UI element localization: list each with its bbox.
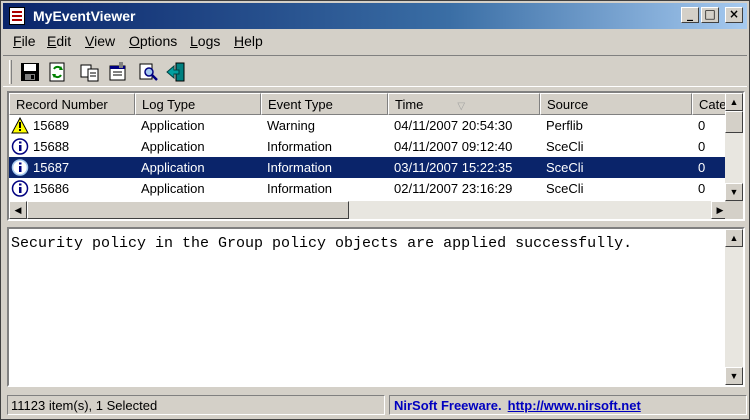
table-row[interactable]: 15686 Application Information 02/11/2007… [9, 178, 727, 199]
cell-time: 03/11/2007 15:22:35 [394, 160, 513, 175]
events-list[interactable]: Record Number Log Type Event Type Time ▽ … [7, 91, 745, 221]
copy-icon[interactable] [79, 61, 101, 83]
information-icon [11, 180, 29, 197]
scroll-up-arrow-icon[interactable]: ▲ [725, 229, 743, 247]
column-header-source[interactable]: Source [540, 93, 692, 115]
menu-options[interactable]: Options [129, 33, 177, 49]
maximize-button[interactable]: □ [701, 7, 719, 23]
column-header-event-type[interactable]: Event Type [261, 93, 388, 115]
column-header-record-number[interactable]: Record Number [9, 93, 135, 115]
event-description-text: Security policy in the Group policy obje… [11, 235, 633, 252]
cell-category: 0 [698, 160, 706, 175]
app-icon[interactable] [9, 7, 25, 25]
menu-file[interactable]: File [13, 33, 36, 49]
cell-log-type: Application [141, 118, 205, 133]
menu-bar: File Edit View Options Logs Help [3, 31, 747, 51]
cell-source: SceCli [546, 139, 584, 154]
minimize-button[interactable]: _ [681, 7, 699, 23]
cell-event-type: Information [267, 139, 333, 154]
menu-help[interactable]: Help [234, 33, 263, 49]
cell-time: 04/11/2007 09:12:40 [394, 139, 513, 154]
scroll-corner [725, 201, 743, 219]
column-header-time[interactable]: Time ▽ [388, 93, 540, 115]
list-horizontal-scroll-thumb[interactable] [27, 201, 349, 219]
information-icon [11, 159, 29, 176]
cell-source: SceCli [546, 160, 584, 175]
cell-category: 0 [698, 181, 706, 196]
list-vertical-scrollbar[interactable]: ▲ ▼ [725, 93, 743, 201]
warning-icon [11, 117, 29, 134]
scroll-down-arrow-icon[interactable]: ▼ [725, 367, 743, 385]
event-description-pane[interactable]: Security policy in the Group policy obje… [7, 227, 745, 387]
menu-edit[interactable]: Edit [47, 33, 71, 49]
cell-event-type: Information [267, 160, 333, 175]
scroll-down-arrow-icon[interactable]: ▼ [725, 183, 743, 201]
list-horizontal-scrollbar[interactable]: ◀ ▶ [9, 201, 729, 219]
cell-source: SceCli [546, 181, 584, 196]
cell-event-type: Information [267, 181, 333, 196]
status-nirsoft-link[interactable]: NirSoft Freeware. http://www.nirsoft.net [389, 395, 747, 415]
save-icon[interactable] [19, 61, 41, 83]
menu-file-rest: ile [21, 33, 36, 49]
column-header-log-type[interactable]: Log Type [135, 93, 261, 115]
cell-log-type: Application [141, 181, 205, 196]
menu-logs[interactable]: Logs [190, 33, 220, 49]
window-title: MyEventViewer [33, 8, 136, 24]
table-row-selected[interactable]: 15687 Application Information 03/11/2007… [9, 157, 727, 178]
cell-record-number: 15687 [33, 160, 70, 175]
cell-time: 02/11/2007 23:16:29 [394, 181, 513, 196]
main-window: MyEventViewer _ □ × File Edit View Optio… [0, 0, 750, 420]
toolbar-grip[interactable] [9, 60, 12, 84]
information-icon [11, 138, 29, 155]
cell-time: 04/11/2007 20:54:30 [394, 118, 513, 133]
status-bar: 11123 item(s), 1 Selected NirSoft Freewa… [3, 393, 747, 417]
description-vertical-scrollbar[interactable]: ▲ ▼ [725, 229, 743, 385]
cell-record-number: 15688 [33, 139, 70, 154]
cell-record-number: 15689 [33, 118, 70, 133]
properties-icon[interactable] [107, 61, 129, 83]
status-item-count: 11123 item(s), 1 Selected [7, 395, 385, 415]
toolbar [3, 55, 747, 87]
scroll-left-arrow-icon[interactable]: ◀ [9, 201, 27, 219]
menu-view[interactable]: View [85, 33, 115, 49]
sort-descending-icon: ▽ [457, 101, 466, 112]
scroll-up-arrow-icon[interactable]: ▲ [725, 93, 743, 111]
table-row[interactable]: 15689 Application Warning 04/11/2007 20:… [9, 115, 727, 136]
nirsoft-url-link[interactable]: http://www.nirsoft.net [508, 398, 641, 413]
cell-event-type: Warning [267, 118, 315, 133]
list-header: Record Number Log Type Event Type Time ▽ … [9, 93, 743, 115]
title-bar[interactable]: MyEventViewer _ □ × [3, 3, 747, 29]
status-brand: NirSoft Freeware. [394, 398, 502, 413]
close-button[interactable]: × [725, 7, 743, 23]
find-icon[interactable] [137, 61, 159, 83]
cell-record-number: 15686 [33, 181, 70, 196]
refresh-icon[interactable] [47, 61, 69, 83]
list-vertical-scroll-thumb[interactable] [725, 111, 743, 133]
cell-log-type: Application [141, 139, 205, 154]
cell-source: Perflib [546, 118, 583, 133]
exit-icon[interactable] [165, 61, 187, 83]
cell-category: 0 [698, 118, 706, 133]
cell-log-type: Application [141, 160, 205, 175]
cell-category: 0 [698, 139, 706, 154]
table-row[interactable]: 15688 Application Information 04/11/2007… [9, 136, 727, 157]
